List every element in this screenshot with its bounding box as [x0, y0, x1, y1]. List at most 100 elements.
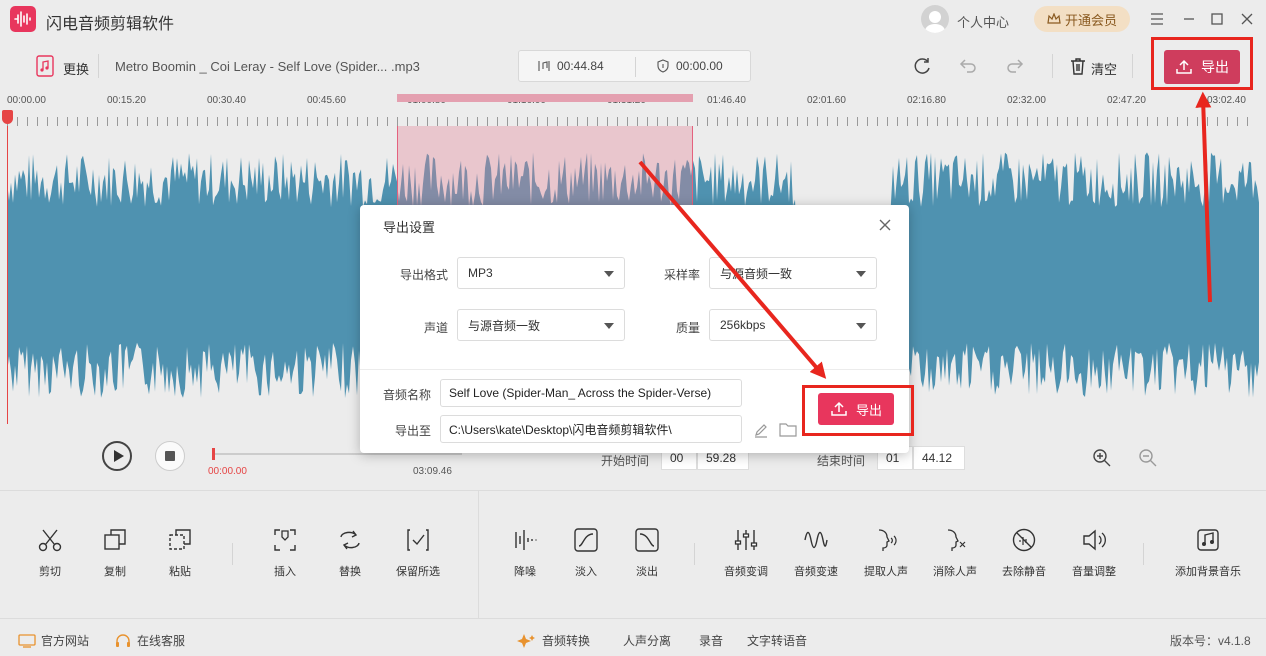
- add-background-music-tool[interactable]: 添加背景音乐: [1173, 527, 1243, 579]
- user-avatar[interactable]: [921, 5, 949, 33]
- toolbar-divider: [98, 54, 99, 78]
- end-second-input[interactable]: 44.12: [913, 446, 965, 470]
- ruler-ticks: [7, 117, 1257, 126]
- paste-tool[interactable]: 粘贴: [145, 527, 215, 579]
- volume-tool[interactable]: 音量调整: [1059, 527, 1129, 579]
- cut-label: 剪切: [39, 566, 61, 578]
- text-to-speech-link[interactable]: 文字转语音: [747, 632, 807, 649]
- paste-icon: [169, 529, 191, 550]
- quality-label: 质量: [675, 321, 700, 335]
- play-button[interactable]: [102, 441, 132, 471]
- fade-in-label: 淡入: [575, 566, 597, 578]
- copy-icon: [104, 529, 126, 550]
- replace-tool-label: 替换: [339, 566, 361, 578]
- trash-icon[interactable]: [1068, 56, 1088, 76]
- vip-button[interactable]: 开通会员: [1034, 6, 1130, 32]
- annotation-highlight-box: [802, 385, 914, 436]
- playhead[interactable]: [7, 126, 8, 424]
- edit-icon[interactable]: [753, 422, 769, 438]
- chevron-down-icon: [604, 323, 614, 329]
- zoom-out-icon[interactable]: [1138, 448, 1158, 468]
- audio-name-input[interactable]: Self Love (Spider-Man_ Across the Spider…: [440, 379, 742, 407]
- file-name: Metro Boomin _ Coi Leray - Self Love (Sp…: [115, 59, 420, 74]
- music-file-icon[interactable]: [36, 55, 54, 77]
- tool-panel: 剪切 复制 粘贴 插入 替换 保留所选 降噪 淡入 淡出 音频变调 音频变速 提…: [0, 490, 1266, 619]
- speed-change-label: 音频变速: [794, 566, 838, 578]
- stop-button[interactable]: [155, 441, 185, 471]
- tool-divider: [1143, 543, 1144, 565]
- current-time: 00:00.00: [208, 466, 247, 477]
- quality-select[interactable]: 256kbps: [709, 309, 877, 341]
- vocal-separate-link[interactable]: 人声分离: [623, 632, 671, 649]
- time-mark: 02:32.00: [1007, 95, 1046, 106]
- chevron-down-icon: [604, 271, 614, 277]
- toolbar: 更换 Metro Boomin _ Coi Leray - Self Love …: [0, 38, 1266, 94]
- fade-in-tool[interactable]: 淡入: [551, 527, 621, 579]
- zoom-in-icon[interactable]: [1092, 448, 1112, 468]
- format-select[interactable]: MP3: [457, 257, 625, 289]
- spark-icon: [517, 633, 535, 648]
- audio-convert-link[interactable]: 音频转换: [515, 632, 590, 649]
- clear-button[interactable]: 清空: [1091, 59, 1117, 78]
- denoise-tool[interactable]: 降噪: [490, 527, 560, 579]
- folder-icon[interactable]: [779, 422, 797, 437]
- record-link[interactable]: 录音: [699, 632, 723, 649]
- replace-tool[interactable]: 替换: [315, 527, 385, 579]
- audio-name-label: 音频名称: [382, 388, 431, 402]
- replace-button[interactable]: 更换: [63, 59, 89, 78]
- insert-label: 插入: [274, 566, 296, 578]
- export-path-input[interactable]: C:\Users\kate\Desktop\闪电音频剪辑软件\: [440, 415, 742, 443]
- time-mark: 03:02.40: [1207, 95, 1246, 106]
- denoise-icon: [515, 530, 537, 550]
- user-center-link[interactable]: 个人中心: [957, 12, 1009, 31]
- keep-selection-tool[interactable]: 保留所选: [383, 527, 453, 579]
- time-mark: 00:30.40: [207, 95, 246, 106]
- channel-select[interactable]: 与源音频一致: [457, 309, 625, 341]
- mute-voice-icon: [947, 529, 966, 551]
- toolbar-divider: [1132, 54, 1133, 78]
- app-title: 闪电音频剪辑软件: [46, 16, 175, 33]
- wave-icon: [804, 531, 828, 549]
- toolbar-divider: [1052, 54, 1053, 78]
- copy-tool[interactable]: 复制: [80, 527, 150, 579]
- maximize-icon[interactable]: [1208, 10, 1226, 28]
- fade-out-tool[interactable]: 淡出: [612, 527, 682, 579]
- chevron-down-icon: [856, 323, 866, 329]
- headset-icon: [116, 633, 130, 647]
- insert-icon: [274, 529, 296, 551]
- speed-change-tool[interactable]: 音频变速: [781, 527, 851, 579]
- remove-vocal-tool[interactable]: 消除人声: [920, 527, 990, 579]
- time-mark: 00:00.00: [7, 95, 46, 106]
- menu-icon[interactable]: [1148, 10, 1166, 28]
- equalizer-icon: [734, 530, 758, 550]
- close-icon[interactable]: [877, 217, 893, 233]
- time-mark: 02:47.20: [1107, 95, 1146, 106]
- paste-label: 粘贴: [169, 566, 191, 578]
- website-link[interactable]: 官方网站: [18, 632, 89, 649]
- pitch-change-tool[interactable]: 音频变调: [711, 527, 781, 579]
- support-link[interactable]: 在线客服: [114, 632, 185, 649]
- refresh-icon[interactable]: [913, 56, 933, 76]
- remove-silence-label: 去除静音: [1002, 566, 1046, 578]
- undo-icon[interactable]: [958, 56, 978, 76]
- volume-icon: [1083, 529, 1106, 551]
- insert-tool[interactable]: 插入: [250, 527, 320, 579]
- copy-label: 复制: [104, 566, 126, 578]
- playhead-handle[interactable]: [2, 110, 13, 124]
- playback-progress[interactable]: [212, 453, 462, 455]
- close-icon[interactable]: [1238, 10, 1256, 28]
- remove-silence-tool[interactable]: 去除静音: [989, 527, 1059, 579]
- extract-vocal-tool[interactable]: 提取人声: [851, 527, 921, 579]
- playback-progress-handle[interactable]: [212, 448, 215, 460]
- time-mark: 02:01.60: [807, 95, 846, 106]
- audio-convert-label: 音频转换: [542, 634, 591, 648]
- fade-out-label: 淡出: [636, 566, 658, 578]
- minimize-icon[interactable]: [1180, 10, 1198, 28]
- samplerate-select[interactable]: 与源音频一致: [709, 257, 877, 289]
- swap-icon: [340, 530, 360, 550]
- cut-tool[interactable]: 剪切: [15, 527, 85, 579]
- redo-icon[interactable]: [1005, 56, 1025, 76]
- selection-range-bar[interactable]: [397, 94, 693, 102]
- title-bar: 闪电音频剪辑软件 个人中心 开通会员: [0, 0, 1266, 38]
- music-note-icon: [538, 61, 550, 71]
